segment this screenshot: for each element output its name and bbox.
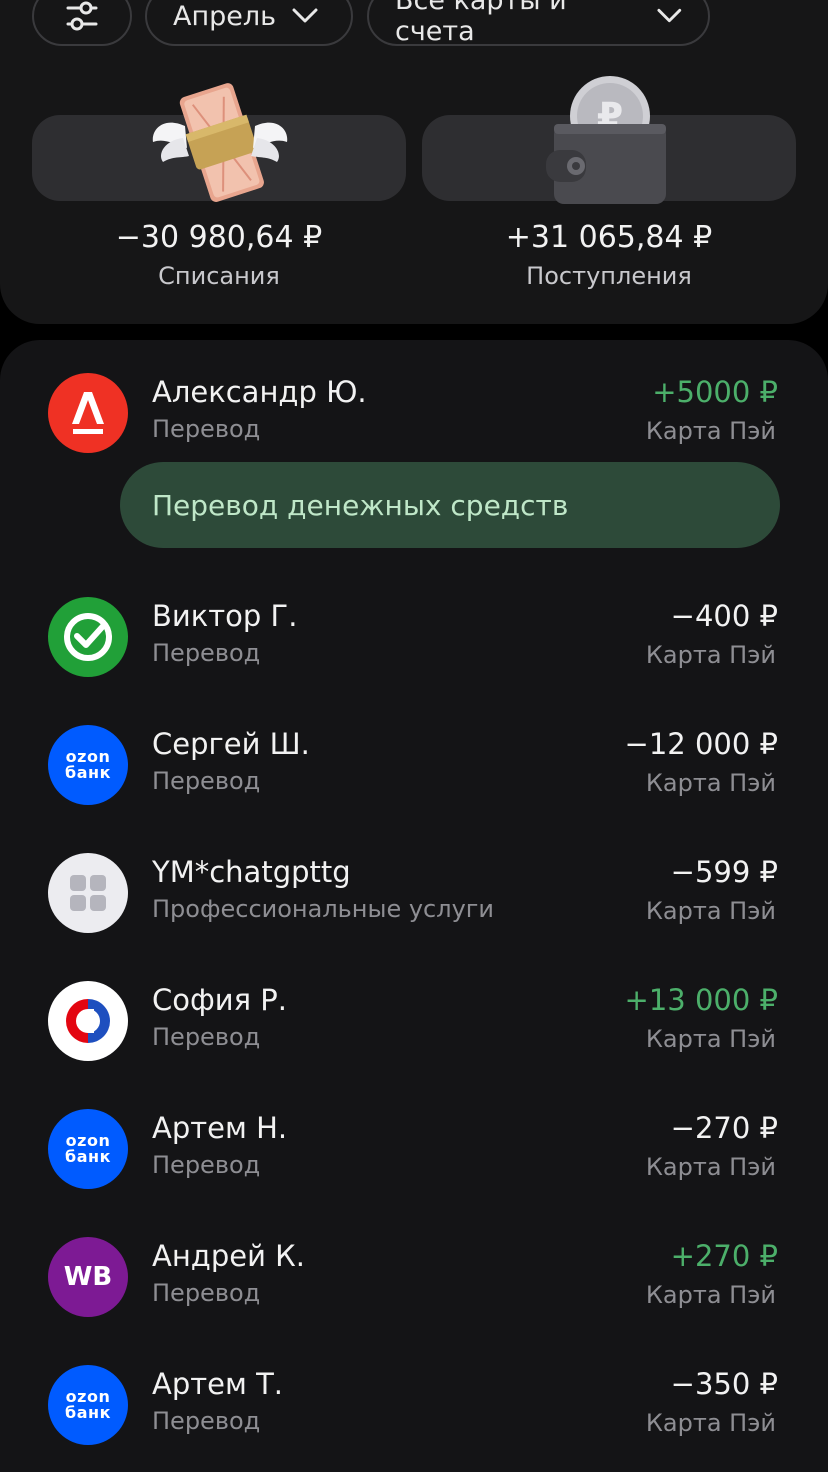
- transaction-amount: −400 ₽: [670, 599, 778, 633]
- transaction-category: Перевод: [152, 767, 261, 795]
- wb-logo-text: WB: [63, 1262, 113, 1292]
- transaction-category: Перевод: [152, 1407, 261, 1435]
- expenses-label: Списания: [158, 262, 280, 290]
- transfer-hint[interactable]: Перевод денежных средств: [120, 462, 780, 548]
- ozon-bank-icon: ozon банк: [48, 1109, 128, 1189]
- transaction-card: Карта Пэй: [645, 769, 776, 797]
- transaction-category: Перевод: [152, 1151, 261, 1179]
- transaction-card: Карта Пэй: [645, 641, 776, 669]
- transaction-title: YM*chatgpttg: [152, 855, 351, 889]
- month-label: Апрель: [173, 0, 277, 32]
- ozon-bank-icon: ozon банк: [48, 725, 128, 805]
- filter-button[interactable]: [32, 0, 132, 46]
- ozon-logo-line2: банк: [65, 763, 111, 782]
- transaction-amount: +270 ₽: [670, 1239, 778, 1273]
- transaction-title: Александр Ю.: [152, 375, 367, 409]
- sber-icon: [48, 597, 128, 677]
- transaction-title: Виктор Г.: [152, 599, 298, 633]
- wallet-coin-icon: ₽: [546, 76, 666, 204]
- category-grid-icon: [48, 853, 128, 933]
- transaction-card: Карта Пэй: [645, 417, 776, 445]
- transaction-category: Перевод: [152, 1279, 261, 1307]
- transaction-amount: −350 ₽: [670, 1367, 778, 1401]
- transaction-title: Сергей Ш.: [152, 727, 310, 761]
- expenses-amount: −30 980,64 ₽: [115, 220, 323, 255]
- transaction-category: Перевод: [152, 639, 261, 667]
- transaction-card: Карта Пэй: [645, 1153, 776, 1181]
- transaction-title: Артем Т.: [152, 1367, 284, 1401]
- transaction-title: Артем Н.: [152, 1111, 288, 1145]
- ozon-logo-line2: банк: [65, 1147, 111, 1166]
- accounts-select[interactable]: Все карты и счета: [367, 0, 710, 47]
- transaction-row[interactable]: WB Андрей К. Перевод +270 ₽ Карта Пэй: [0, 1237, 828, 1347]
- accounts-label: Все карты и счета: [395, 0, 567, 47]
- transaction-row[interactable]: YM*chatgpttg Профессиональные услуги −59…: [0, 853, 828, 963]
- transaction-card: Карта Пэй: [645, 1281, 776, 1309]
- transaction-row[interactable]: ozon банк Артем Н. Перевод −270 ₽ Карта П…: [0, 1109, 828, 1219]
- transaction-row[interactable]: София Р. Перевод +13 000 ₽ Карта Пэй: [0, 981, 828, 1091]
- transaction-amount: −270 ₽: [670, 1111, 778, 1145]
- transaction-category: Перевод: [152, 415, 261, 443]
- transaction-row[interactable]: ozon банк Сергей Ш. Перевод −12 000 ₽ Кар…: [0, 725, 828, 835]
- income-amount: +31 065,84 ₽: [505, 220, 713, 255]
- alfa-bank-icon: [48, 373, 128, 453]
- wildberries-icon: WB: [48, 1237, 128, 1317]
- transaction-amount: +13 000 ₽: [624, 983, 778, 1017]
- transaction-title: София Р.: [152, 983, 288, 1017]
- ozon-logo-line2: банк: [65, 1403, 111, 1422]
- transaction-amount: −12 000 ₽: [624, 727, 778, 761]
- transaction-card: Карта Пэй: [645, 1025, 776, 1053]
- transaction-row[interactable]: Виктор Г. Перевод −400 ₽ Карта Пэй: [0, 597, 828, 707]
- transaction-card: Карта Пэй: [645, 1409, 776, 1437]
- flying-money-icon: [152, 83, 288, 202]
- income-label: Поступления: [526, 262, 692, 290]
- chevron-down-icon: [292, 8, 318, 23]
- transaction-title: Андрей К.: [152, 1239, 305, 1273]
- mts-bank-icon: [48, 981, 128, 1061]
- chevron-down-icon: [657, 8, 682, 23]
- transaction-amount: −599 ₽: [670, 855, 778, 889]
- ozon-bank-icon: ozon банк: [48, 1365, 128, 1445]
- transaction-amount: +5000 ₽: [652, 375, 778, 409]
- month-select[interactable]: Апрель: [145, 0, 353, 46]
- transaction-card: Карта Пэй: [645, 897, 776, 925]
- transaction-row[interactable]: ozon банк Артем Т. Перевод −350 ₽ Карта П…: [0, 1365, 828, 1472]
- transaction-category: Профессиональные услуги: [152, 895, 494, 923]
- summary-panel: Апрель Все карты и счета −30 980,64 ₽ Сп…: [0, 0, 828, 324]
- transaction-category: Перевод: [152, 1023, 261, 1051]
- sliders-icon: [66, 1, 98, 31]
